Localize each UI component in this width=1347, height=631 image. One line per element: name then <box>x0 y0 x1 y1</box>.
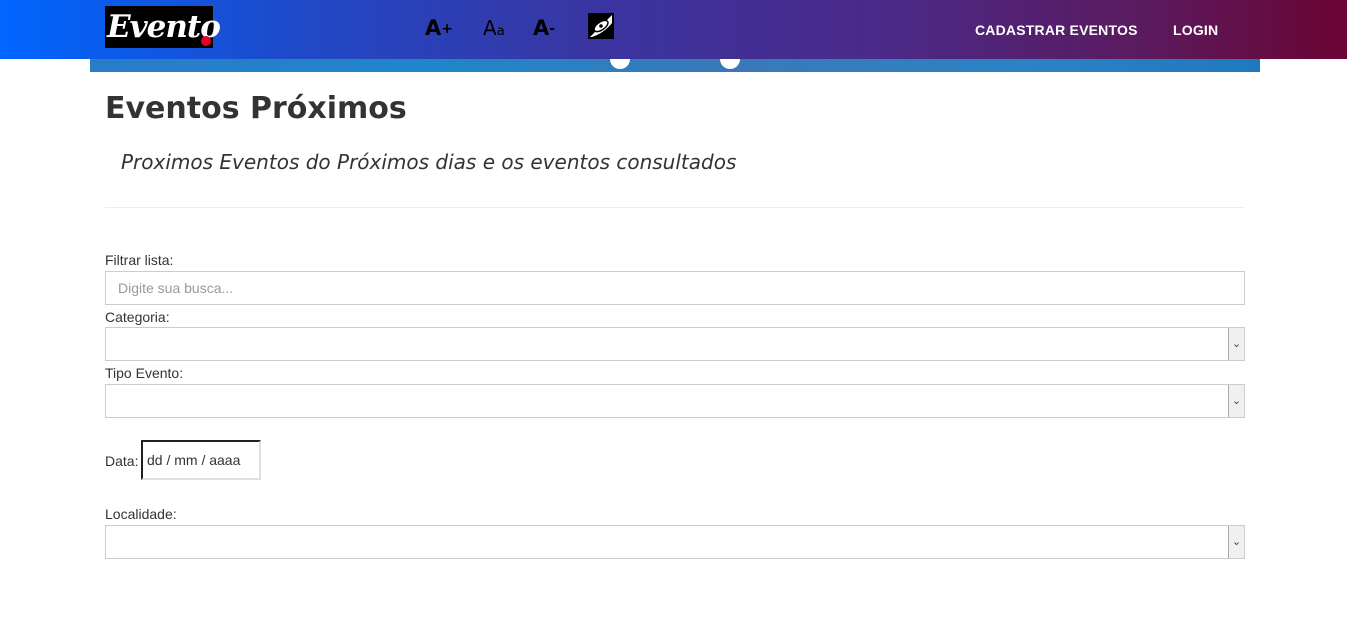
font-normal-small-letter: a <box>496 24 505 39</box>
font-increase-sign: + <box>441 21 453 37</box>
location-select[interactable]: ⌄ <box>105 525 1245 559</box>
page-title: Eventos Próximos <box>105 91 407 126</box>
font-decrease-button[interactable]: A- <box>533 13 555 43</box>
date-label: Data: <box>105 453 139 469</box>
date-input[interactable]: dd / mm / aaaa <box>141 440 261 480</box>
category-select[interactable]: ⌄ <box>105 327 1245 361</box>
nav-link-login[interactable]: LOGIN <box>1173 20 1218 40</box>
search-label: Filtrar lista: <box>105 252 174 268</box>
page-lead: Proximos Eventos do Próximos dias e os e… <box>121 150 737 174</box>
font-normal-letter: A <box>483 16 497 40</box>
date-placeholder: dd / mm / aaaa <box>147 452 241 468</box>
logo-dot <box>201 36 211 46</box>
logo[interactable]: Evento <box>105 6 221 48</box>
font-normal-button[interactable]: Aa <box>483 13 505 43</box>
navbar: Evento A+ Aa A- CADASTRAR EVENTOS LOGIN <box>0 0 1347 59</box>
font-decrease-letter: A <box>533 16 550 40</box>
category-label: Categoria: <box>105 309 170 325</box>
type-label: Tipo Evento: <box>105 365 184 381</box>
font-decrease-sign: - <box>549 21 556 37</box>
search-input[interactable]: Digite sua busca... <box>105 271 1245 305</box>
contrast-icon[interactable] <box>588 13 614 39</box>
font-increase-button[interactable]: A+ <box>425 13 453 43</box>
location-label: Localidade: <box>105 506 177 522</box>
search-placeholder: Digite sua busca... <box>118 280 234 296</box>
font-increase-letter: A <box>425 16 442 40</box>
nav-link-cadastrar-eventos[interactable]: CADASTRAR EVENTOS <box>975 20 1138 40</box>
divider <box>105 207 1245 208</box>
chevron-down-icon: ⌄ <box>1228 328 1244 360</box>
chevron-down-icon: ⌄ <box>1228 526 1244 558</box>
chevron-down-icon: ⌄ <box>1228 385 1244 417</box>
banner-strip <box>90 59 1260 72</box>
type-select[interactable]: ⌄ <box>105 384 1245 418</box>
